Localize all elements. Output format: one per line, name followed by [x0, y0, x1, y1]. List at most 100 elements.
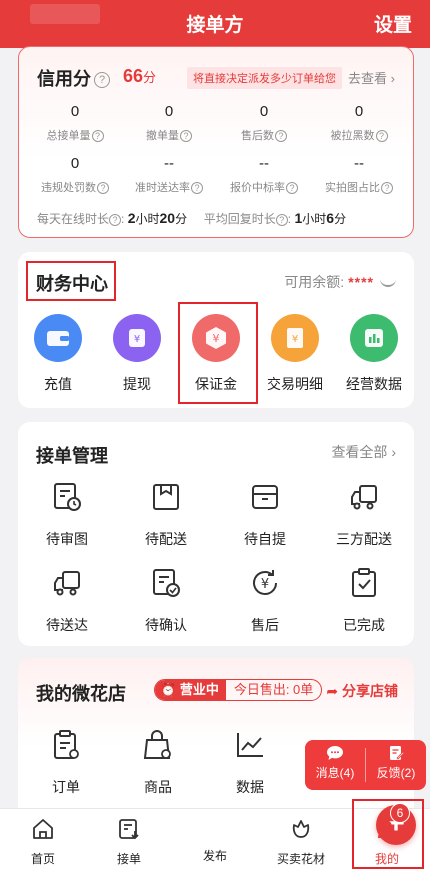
shop-data-button[interactable]: 数据 — [210, 728, 290, 797]
stat-after-sale: 0 售后数? — [216, 103, 312, 143]
shop-orders-label: 订单 — [52, 779, 80, 795]
share-shop-button[interactable]: ➦ 分享店铺 — [326, 681, 398, 701]
help-icon[interactable]: ? — [109, 213, 122, 226]
shop-orders-button[interactable]: 订单 — [26, 728, 106, 797]
help-icon[interactable]: ? — [286, 182, 298, 195]
third-party-delivery-label: 三方配送 — [336, 531, 392, 547]
stat-value: -- — [164, 155, 174, 172]
completed-button[interactable]: 已完成 — [324, 566, 404, 635]
alarm-clock-icon: ⏰ — [160, 682, 177, 697]
withdraw-icon: ¥ — [113, 314, 161, 362]
shop-data-label: 数据 — [236, 779, 264, 795]
view-all-orders-link[interactable]: 查看全部 › — [331, 442, 396, 462]
stat-label-text: 总接单量 — [46, 130, 91, 142]
business-data-button[interactable]: 经营数据 — [335, 314, 413, 394]
stat-label: 违规处罚数? — [27, 179, 123, 195]
clipboard-check-icon — [352, 568, 376, 597]
help-icon[interactable]: ? — [381, 182, 393, 195]
pending-arrival-button[interactable]: 待送达 — [27, 566, 107, 635]
stat-label: 准时送达率? — [121, 179, 217, 195]
stat-label-text: 违规处罚数 — [41, 182, 96, 194]
stat-label: 被拉黑数? — [311, 127, 407, 143]
stat-value: 0 — [70, 155, 80, 172]
finance-title-highlight — [26, 261, 116, 301]
refund-icon: ¥ — [253, 570, 277, 595]
tab-home[interactable]: 首页 — [8, 817, 78, 867]
credit-score-value: 66 — [123, 66, 144, 86]
credit-score: 66分 — [123, 66, 156, 87]
help-icon[interactable]: ? — [275, 213, 288, 226]
stat-label-text: 实拍图占比 — [325, 182, 380, 194]
shopping-bag-icon — [143, 730, 171, 759]
tab-flower-market[interactable]: 买卖花材 — [266, 817, 336, 867]
tab-flower-market-label: 买卖花材 — [276, 852, 325, 866]
stat-label-text: 售后数 — [241, 130, 274, 142]
ledger-icon: ¥ — [271, 314, 319, 362]
order-tab-icon — [119, 819, 139, 840]
pending-confirm-label: 待确认 — [145, 617, 187, 633]
help-icon[interactable]: ? — [180, 130, 192, 143]
finance-card: 财务中心 可用余额: **** 充值 ¥ 提现 ¥ 保证金 ¥ 交易明细 经营数据 — [18, 252, 414, 408]
credit-view-link[interactable]: 去查看 › — [348, 68, 395, 87]
tab-orders[interactable]: 接单 — [94, 817, 164, 867]
package-icon — [252, 485, 278, 509]
shop-products-button[interactable]: 商品 — [118, 728, 198, 797]
recharge-button[interactable]: 充值 — [19, 314, 97, 394]
line-chart-icon — [237, 733, 263, 757]
help-icon[interactable]: ? — [94, 72, 110, 89]
business-data-label: 经营数据 — [346, 376, 402, 392]
home-icon — [33, 819, 53, 839]
orders-title: 接单管理 — [36, 446, 108, 466]
stat-value: 0 — [354, 103, 364, 120]
withdraw-button[interactable]: ¥ 提现 — [98, 314, 176, 394]
help-icon[interactable]: ? — [91, 130, 104, 143]
edit-note-icon — [390, 746, 405, 760]
pending-pickup-label: 待自提 — [244, 531, 286, 547]
third-party-delivery-button[interactable]: 三方配送 — [324, 480, 404, 549]
transactions-button[interactable]: ¥ 交易明细 — [256, 314, 334, 394]
messages-label: 消息(4) — [315, 766, 355, 780]
feedback-label: 反馈(2) — [376, 766, 416, 780]
stat-photo-ratio: -- 实拍图占比? — [311, 155, 407, 195]
feedback-button[interactable]: 反馈(2) — [366, 740, 426, 790]
balance-display: 可用余额: **** — [284, 272, 396, 292]
settings-button[interactable]: 设置 — [374, 10, 412, 37]
deposit-highlight — [178, 302, 258, 404]
svg-text:¥: ¥ — [134, 334, 140, 345]
pending-delivery-button[interactable]: 待配送 — [126, 480, 206, 549]
stat-bid-win-rate: -- 报价中标率? — [216, 155, 312, 195]
recharge-label: 充值 — [44, 376, 72, 392]
order-management-card: 接单管理 查看全部 › 待审图 待配送 待自提 三方配送 待送达 待确认 ¥ 售… — [18, 422, 414, 646]
stat-value: 0 — [259, 103, 269, 120]
order-list-icon — [54, 730, 79, 759]
stat-blacklisted: 0 被拉黑数? — [311, 103, 407, 143]
eye-closed-icon[interactable] — [380, 279, 396, 288]
tab-publish[interactable]: + 发布 — [180, 805, 416, 864]
balance-value: **** — [348, 274, 374, 290]
pending-confirm-button[interactable]: 待确认 — [126, 566, 206, 635]
chat-bubble-icon — [327, 746, 343, 760]
help-icon[interactable]: ? — [191, 182, 203, 195]
stat-label: 总接单量? — [27, 127, 123, 143]
after-sale-button[interactable]: ¥ 售后 — [225, 566, 305, 635]
stat-on-time-rate: -- 准时送达率? — [121, 155, 217, 195]
after-sale-label: 售后 — [251, 617, 279, 633]
stat-violations: 0 违规处罚数? — [27, 155, 123, 195]
sold-today: 今日售出: 0单 — [233, 682, 314, 697]
tab-publish-label: 发布 — [202, 849, 227, 863]
credit-score-unit: 分 — [143, 70, 157, 85]
stat-total-orders: 0 总接单量? — [27, 103, 123, 143]
help-icon[interactable]: ? — [275, 130, 287, 143]
help-icon[interactable]: ? — [375, 130, 388, 143]
messages-button[interactable]: 消息(4) — [305, 740, 365, 790]
online-hours-unit: 小时 — [135, 212, 160, 226]
stat-label-text: 被拉黑数 — [330, 130, 375, 142]
wallet-icon — [34, 314, 82, 362]
pending-pickup-button[interactable]: 待自提 — [225, 480, 305, 549]
credit-view-label: 去查看 — [348, 71, 388, 86]
reply-minutes: 6 — [326, 210, 335, 226]
pending-review-button[interactable]: 待审图 — [27, 480, 107, 549]
top-header: 接单方 设置 — [0, 0, 430, 48]
reply-hours-unit: 小时 — [302, 212, 327, 226]
help-icon[interactable]: ? — [97, 182, 109, 195]
